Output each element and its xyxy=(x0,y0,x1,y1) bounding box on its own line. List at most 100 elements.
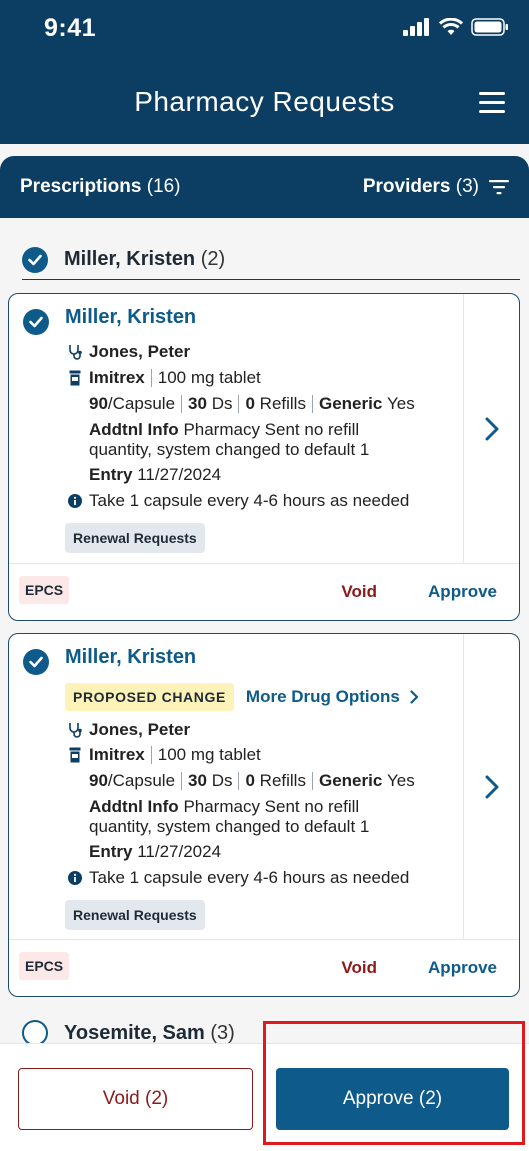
card-detail-button[interactable] xyxy=(463,294,519,563)
group-patient-name: Miller, Kristen xyxy=(64,248,196,270)
card-checkbox-checked[interactable] xyxy=(23,649,49,675)
tab-providers-count: (3) xyxy=(455,176,479,197)
generic-value: Yes xyxy=(387,394,415,413)
signal-icon xyxy=(403,18,429,36)
qty-unit: /Capsule xyxy=(107,771,176,790)
filter-icon xyxy=(489,180,509,195)
more-drug-options-link[interactable]: More Drug Options xyxy=(246,687,419,707)
patient-group-header[interactable]: Miller, Kristen (2) xyxy=(22,240,520,280)
request-card: Miller, Kristen Jones, Peter Imitrex 100… xyxy=(8,293,520,621)
renewal-badge: Renewal Requests xyxy=(65,900,205,930)
group-patient-name: Yosemite, Sam xyxy=(64,1021,205,1044)
page-title: Pharmacy Requests xyxy=(134,86,395,117)
pill-bottle-icon xyxy=(67,370,83,386)
entry-line: Entry 11/27/2024 xyxy=(89,842,221,862)
group-patient-count: (2) xyxy=(200,248,226,270)
filter-tabbar: Prescriptions (16) Providers (3) xyxy=(0,156,529,218)
epcs-badge: EPCS xyxy=(19,576,70,604)
quantity-line: 90/Capsule 30 Ds 0 Refills Generic Yes xyxy=(89,771,415,791)
void-link[interactable]: Void xyxy=(341,582,377,602)
tab-prescriptions-label: Prescriptions xyxy=(20,176,142,197)
tab-providers[interactable]: Providers (3) xyxy=(363,176,509,198)
stethoscope-icon xyxy=(67,344,83,360)
sig-text: Take 1 capsule every 4-6 hours as needed xyxy=(89,868,410,887)
tab-prescriptions[interactable]: Prescriptions (16) xyxy=(20,176,181,198)
addtl-info-line: Addtnl Info Pharmacy Sent no refill xyxy=(89,797,359,817)
quantity-line: 90/Capsule 30 Ds 0 Refills Generic Yes xyxy=(89,394,415,414)
proposed-line: PROPOSED CHANGE More Drug Options xyxy=(65,683,419,711)
app-header: 9:41 Pharmacy Requests xyxy=(0,0,529,144)
sig-line: Take 1 capsule every 4-6 hours as needed xyxy=(67,868,409,888)
addtl-info-line-2: quantity, system changed to default 1 xyxy=(89,440,369,460)
provider-line: Jones, Peter xyxy=(67,720,190,740)
bottom-action-bar: Void (2) Approve (2) xyxy=(0,1043,529,1151)
drug-name: Imitrex xyxy=(89,368,145,387)
card-patient-name: Miller, Kristen xyxy=(65,646,197,668)
addtl-label: Addtnl Info xyxy=(89,420,179,439)
chevron-right-icon xyxy=(410,690,418,704)
approve-link[interactable]: Approve xyxy=(428,582,497,602)
stethoscope-icon xyxy=(67,722,83,738)
card-checkbox-checked[interactable] xyxy=(23,309,49,335)
addtl-text: Pharmacy Sent no refill xyxy=(183,797,360,816)
addtl-text-2: quantity, system changed to default 1 xyxy=(89,817,370,836)
addtl-text-2: quantity, system changed to default 1 xyxy=(89,440,370,459)
refills-value: 0 xyxy=(245,771,255,790)
battery-icon xyxy=(471,18,508,36)
group-checkbox-checked[interactable] xyxy=(22,246,48,273)
refills-value: 0 xyxy=(245,394,255,413)
days-unit: Ds xyxy=(211,771,233,790)
entry-line: Entry 11/27/2024 xyxy=(89,465,221,485)
card-detail-button[interactable] xyxy=(463,634,519,939)
wifi-icon xyxy=(439,18,463,35)
tab-providers-label: Providers xyxy=(362,176,451,197)
addtl-label: Addtnl Info xyxy=(89,797,179,816)
void-link[interactable]: Void xyxy=(341,958,377,978)
epcs-badge: EPCS xyxy=(19,952,70,980)
status-icons xyxy=(403,18,509,36)
card-patient-name: Miller, Kristen xyxy=(65,306,197,328)
addtl-text: Pharmacy Sent no refill xyxy=(183,420,360,439)
qty-unit: /Capsule xyxy=(107,394,176,413)
request-card: Miller, Kristen PROPOSED CHANGE More Dru… xyxy=(8,633,520,997)
chevron-right-icon xyxy=(485,417,498,440)
provider-line: Jones, Peter xyxy=(67,342,190,362)
void-selected-button[interactable]: Void (2) xyxy=(18,1068,253,1130)
generic-value: Yes xyxy=(387,771,415,790)
generic-label: Generic xyxy=(318,394,383,413)
approve-link[interactable]: Approve xyxy=(428,958,497,978)
refills-unit: Refills xyxy=(259,394,306,413)
entry-date: 11/27/2024 xyxy=(137,465,222,484)
info-icon xyxy=(67,871,83,885)
menu-icon[interactable] xyxy=(479,92,505,114)
drug-detail: 100 mg tablet xyxy=(157,745,261,764)
group-patient-count: (3) xyxy=(210,1021,235,1044)
addtl-info-line: Addtnl Info Pharmacy Sent no refill xyxy=(89,420,359,440)
checkmark-icon xyxy=(28,254,42,265)
info-icon xyxy=(67,494,83,508)
approve-selected-button[interactable]: Approve (2) xyxy=(276,1068,509,1130)
tab-prescriptions-count: (16) xyxy=(146,176,181,197)
days-unit: Ds xyxy=(211,394,233,413)
addtl-info-line-2: quantity, system changed to default 1 xyxy=(89,817,369,837)
drug-line: Imitrex 100 mg tablet xyxy=(67,745,261,765)
entry-label: Entry xyxy=(89,465,133,484)
chevron-right-icon xyxy=(485,775,498,798)
qty-value: 90 xyxy=(89,771,108,790)
refills-unit: Refills xyxy=(259,771,306,790)
days-value: 30 xyxy=(188,394,207,413)
more-drug-options-label: More Drug Options xyxy=(245,687,400,706)
proposed-change-badge: PROPOSED CHANGE xyxy=(65,683,234,711)
pill-bottle-icon xyxy=(67,747,83,763)
checkmark-icon xyxy=(29,656,43,668)
sig-text: Take 1 capsule every 4-6 hours as needed xyxy=(89,491,410,510)
entry-date: 11/27/2024 xyxy=(137,842,222,861)
generic-label: Generic xyxy=(318,771,383,790)
sig-line: Take 1 capsule every 4-6 hours as needed xyxy=(67,491,409,511)
days-value: 30 xyxy=(188,771,207,790)
renewal-badge: Renewal Requests xyxy=(65,523,205,553)
entry-label: Entry xyxy=(89,842,133,861)
provider-name: Jones, Peter xyxy=(89,342,191,361)
drug-name: Imitrex xyxy=(89,745,145,764)
qty-value: 90 xyxy=(89,394,108,413)
